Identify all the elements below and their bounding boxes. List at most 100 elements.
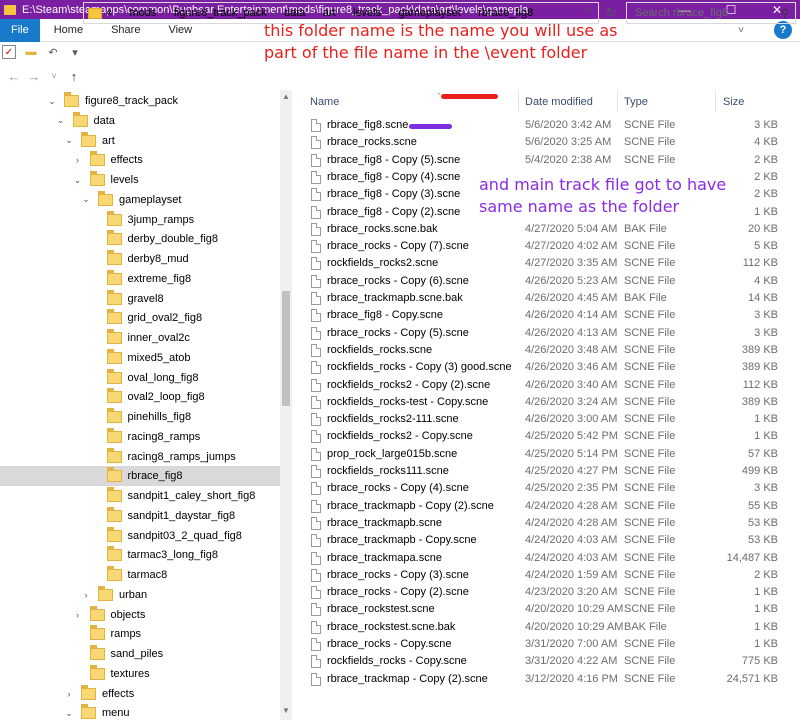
nav-item[interactable]: › urban <box>0 585 280 605</box>
up-arrow-icon[interactable]: ↑ <box>64 69 84 84</box>
scroll-down-icon[interactable]: ▼ <box>280 706 292 715</box>
file-row[interactable]: rbrace_rocks - Copy (2).scne 4/23/2020 3:… <box>296 584 800 601</box>
chevron-down-icon[interactable]: ⌄ <box>72 175 84 186</box>
nav-item[interactable]: ramps <box>0 624 280 644</box>
file-row[interactable]: rbrace_rocks.scne 5/6/2020 3:25 AM SCNE Fi… <box>296 134 800 151</box>
chevron-right-icon[interactable]: › <box>72 610 84 620</box>
file-row[interactable]: rockfields_rocks.scne 4/26/2020 3:48 AM SC… <box>296 342 800 359</box>
nav-item[interactable]: sandpit1_daystar_fig8 <box>0 506 280 526</box>
file-row[interactable]: rbrace_rocks - Copy (5).scne 4/26/2020 4:… <box>296 325 800 342</box>
chevron-right-icon[interactable]: › <box>72 155 84 165</box>
chevron-down-icon[interactable]: ⌄ <box>46 96 58 107</box>
nav-item[interactable]: gravel8 <box>0 289 280 309</box>
chevron-down-icon[interactable]: ⌄ <box>80 194 92 205</box>
nav-item[interactable]: extreme_fig8 <box>0 269 280 289</box>
file-row[interactable]: rbrace_rocks - Copy (4).scne 4/25/2020 2:… <box>296 480 800 497</box>
nav-item[interactable]: rbrace_fig8 <box>0 466 280 487</box>
column-name[interactable]: Name <box>310 96 339 108</box>
file-row[interactable]: rbrace_trackmapb.scne 4/24/2020 4:28 AM SC… <box>296 515 800 532</box>
nav-item[interactable]: grid_oval2_fig8 <box>0 308 280 328</box>
new-folder-icon[interactable]: ▬ <box>24 45 38 59</box>
nav-item[interactable]: › effects <box>0 684 280 704</box>
nav-item[interactable]: › effects <box>0 150 280 170</box>
nav-item[interactable]: derby8_mud <box>0 249 280 269</box>
column-size[interactable]: Size <box>723 96 744 108</box>
nav-item[interactable]: tarmac3_long_fig8 <box>0 545 280 565</box>
chevron-down-icon[interactable]: ⌄ <box>63 135 75 146</box>
nav-item[interactable]: tarmac8 <box>0 565 280 585</box>
tab-file[interactable]: File <box>0 18 40 42</box>
back-arrow-icon[interactable]: ← <box>4 69 24 84</box>
nav-item[interactable]: ⌄ levels <box>0 170 280 190</box>
scroll-up-icon[interactable]: ▲ <box>280 92 292 101</box>
file-row[interactable]: rbrace_rocks - Copy (6).scne 4/26/2020 5:… <box>296 273 800 290</box>
file-row[interactable]: rbrace_fig8 - Copy.scne 4/26/2020 4:14 AM… <box>296 307 800 324</box>
file-row[interactable]: rbrace_trackmapa.scne 4/24/2020 4:03 AM SC… <box>296 550 800 567</box>
nav-item[interactable]: ⌄ art <box>0 131 280 151</box>
nav-item[interactable]: ⌄ menu <box>0 703 280 720</box>
file-row[interactable]: rockfields_rocks2 - Copy (2).scne 4/26/20… <box>296 377 800 394</box>
file-row[interactable]: rockfields_rocks-test - Copy.scne 4/26/20… <box>296 394 800 411</box>
nav-item[interactable]: derby_double_fig8 <box>0 229 280 249</box>
nav-item[interactable]: 3jump_ramps <box>0 210 280 230</box>
breadcrumb-rbrace-fig8[interactable]: rbrace_fig8 <box>478 7 533 19</box>
file-row[interactable]: rbrace_fig8 - Copy (5).scne 5/4/2020 2:38… <box>296 152 800 169</box>
nav-item[interactable]: mixed5_atob <box>0 348 280 368</box>
file-row[interactable]: rbrace_trackmapb - Copy.scne 4/24/2020 4:… <box>296 532 800 549</box>
file-row[interactable]: rockfields_rocks - Copy (3) good.scne 4/2… <box>296 359 800 376</box>
nav-item[interactable]: sandpit1_caley_short_fig8 <box>0 486 280 506</box>
column-divider[interactable] <box>518 90 519 112</box>
file-row[interactable]: rbrace_rocks - Copy (7).scne 4/27/2020 4:… <box>296 238 800 255</box>
undo-icon[interactable]: ↶ <box>46 45 60 59</box>
nav-item[interactable]: oval_long_fig8 <box>0 368 280 388</box>
file-row[interactable]: rbrace_fig8.scne 5/6/2020 3:42 AM SCNE Fil… <box>296 117 800 134</box>
file-row[interactable]: prop_rock_large015b.scne 4/25/2020 5:14 P… <box>296 446 800 463</box>
address-dropdown-icon[interactable]: ˅ <box>586 6 592 17</box>
customize-toolbar-icon[interactable]: ▾ <box>68 45 82 59</box>
file-row[interactable]: rbrace_trackmapb.scne.bak 4/26/2020 4:45 … <box>296 290 800 307</box>
file-row[interactable]: rockfields_rocks2-111.scne 4/26/2020 3:00… <box>296 411 800 428</box>
breadcrumb-gameplayset[interactable]: gameplayset <box>398 7 460 19</box>
search-input[interactable]: Search rbrace_fig8 ⚲ <box>626 2 796 24</box>
file-row[interactable]: rockfields_rocks111.scne 4/25/2020 4:27 P… <box>296 463 800 480</box>
file-row[interactable]: rbrace_trackmapb - Copy (2).scne 4/24/202… <box>296 498 800 515</box>
nav-item[interactable]: inner_oval2c <box>0 328 280 348</box>
nav-item[interactable]: textures <box>0 664 280 684</box>
breadcrumb-overflow[interactable]: « <box>106 7 112 19</box>
column-divider[interactable] <box>617 90 618 112</box>
nav-item[interactable]: racing8_ramps_jumps <box>0 447 280 467</box>
nav-item[interactable]: ⌄ data <box>0 111 280 131</box>
nav-scrollbar[interactable]: ▲ ▼ <box>280 90 292 720</box>
file-row[interactable]: rockfields_rocks - Copy.scne 3/31/2020 4:… <box>296 653 800 670</box>
nav-item[interactable]: ⌄ gameplayset <box>0 190 280 210</box>
file-row[interactable]: rbrace_rockstest.scne.bak 4/20/2020 10:29… <box>296 619 800 636</box>
nav-item[interactable]: sandpit03_2_quad_fig8 <box>0 526 280 546</box>
refresh-icon[interactable]: ↻ <box>603 5 619 21</box>
nav-item[interactable]: sand_piles <box>0 644 280 664</box>
breadcrumb-figure8-track-pack[interactable]: figure8_track_pack <box>174 7 267 19</box>
breadcrumb-mods[interactable]: mods <box>129 7 156 19</box>
nav-item[interactable]: pinehills_fig8 <box>0 407 280 427</box>
breadcrumb-levels[interactable]: levels <box>353 7 381 19</box>
file-row[interactable]: rbrace_rockstest.scne 4/20/2020 10:29 AM S… <box>296 601 800 618</box>
column-divider[interactable] <box>715 90 716 112</box>
chevron-down-icon[interactable]: ⌄ <box>63 708 75 719</box>
recent-locations-icon[interactable]: ˅ <box>44 71 64 81</box>
file-row[interactable]: rbrace_rocks - Copy.scne 3/31/2020 7:00 A… <box>296 636 800 653</box>
file-row[interactable]: rockfields_rocks2 - Copy.scne 4/25/2020 5… <box>296 428 800 445</box>
chevron-right-icon[interactable]: › <box>63 689 75 699</box>
nav-item[interactable]: racing8_ramps <box>0 427 280 447</box>
chevron-right-icon[interactable]: › <box>80 590 92 600</box>
forward-arrow-icon[interactable]: → <box>24 69 44 84</box>
properties-check-icon[interactable]: ✓ <box>2 45 16 59</box>
file-row[interactable]: rbrace_trackmap - Copy (2).scne 3/12/2020… <box>296 671 800 688</box>
column-type[interactable]: Type <box>624 96 648 108</box>
expand-ribbon-icon[interactable]: ˅ <box>738 25 744 36</box>
file-row[interactable]: rbrace_rocks.scne.bak 4/27/2020 5:04 AM BA… <box>296 221 800 238</box>
breadcrumb-data[interactable]: data <box>284 7 305 19</box>
nav-item[interactable]: ⌄ figure8_track_pack <box>0 91 280 111</box>
file-row[interactable]: rockfields_rocks2.scne 4/27/2020 3:35 AM S… <box>296 255 800 272</box>
breadcrumb-art[interactable]: art <box>323 7 336 19</box>
nav-item[interactable]: oval2_loop_fig8 <box>0 387 280 407</box>
file-row[interactable]: rbrace_rocks - Copy (3).scne 4/24/2020 1:… <box>296 567 800 584</box>
